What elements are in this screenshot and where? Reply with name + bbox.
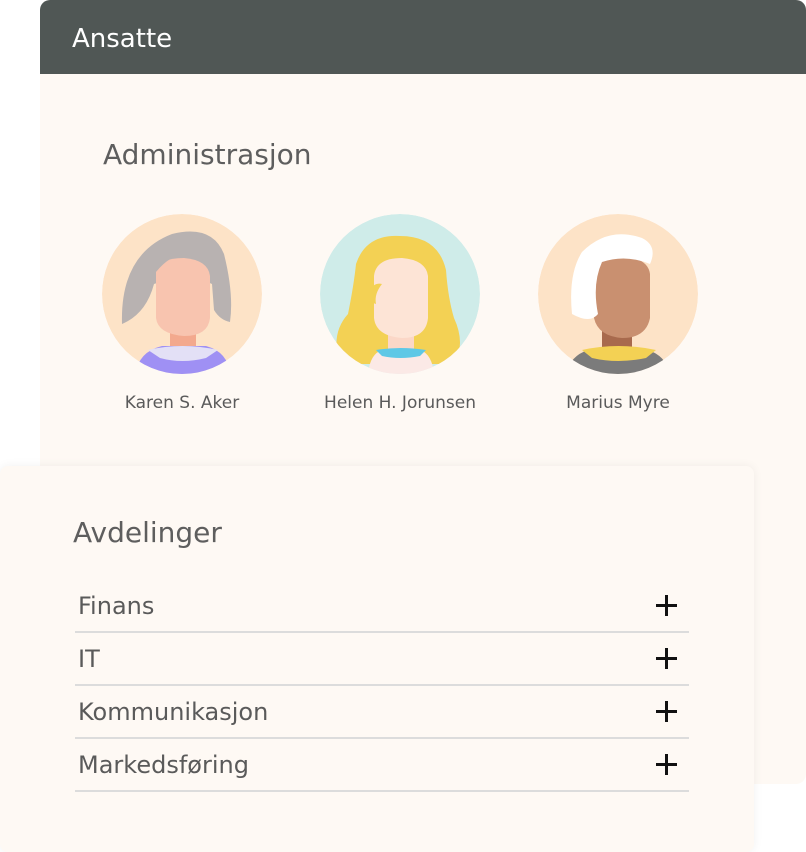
person-name: Marius Myre bbox=[566, 393, 670, 413]
avatar bbox=[102, 214, 262, 374]
panel-title: Ansatte bbox=[72, 24, 173, 54]
avatar-blonde-hair-icon bbox=[320, 214, 480, 374]
person-card[interactable]: Karen S. Aker bbox=[82, 214, 282, 413]
person-name: Karen S. Aker bbox=[124, 393, 240, 413]
avatar-grey-hair-icon bbox=[102, 214, 262, 374]
department-item-markedsforing[interactable]: Markedsføring bbox=[75, 739, 689, 792]
person-card[interactable]: Helen H. Jorunsen bbox=[300, 214, 500, 413]
department-label: IT bbox=[78, 644, 100, 673]
plus-icon[interactable] bbox=[656, 700, 678, 723]
section-title-departments: Avdelinger bbox=[73, 516, 222, 549]
department-item-finans[interactable]: Finans bbox=[75, 580, 689, 633]
plus-icon[interactable] bbox=[656, 753, 678, 776]
departments-panel: Avdelinger Finans IT Kommunikasjon Marke… bbox=[0, 466, 754, 852]
plus-icon[interactable] bbox=[656, 647, 678, 670]
department-label: Finans bbox=[78, 591, 155, 620]
section-title-administration: Administrasjon bbox=[103, 138, 312, 171]
person-card[interactable]: Marius Myre bbox=[518, 214, 718, 413]
avatar bbox=[320, 214, 480, 374]
department-label: Kommunikasjon bbox=[78, 697, 269, 726]
department-item-kommunikasjon[interactable]: Kommunikasjon bbox=[75, 686, 689, 739]
department-list: Finans IT Kommunikasjon Markedsføring bbox=[75, 580, 689, 792]
department-item-it[interactable]: IT bbox=[75, 633, 689, 686]
person-name: Helen H. Jorunsen bbox=[324, 393, 476, 413]
panel-header: Ansatte bbox=[40, 0, 806, 74]
avatar-white-hair-icon bbox=[538, 214, 698, 374]
avatar bbox=[538, 214, 698, 374]
department-label: Markedsføring bbox=[78, 750, 249, 779]
plus-icon[interactable] bbox=[656, 594, 678, 617]
